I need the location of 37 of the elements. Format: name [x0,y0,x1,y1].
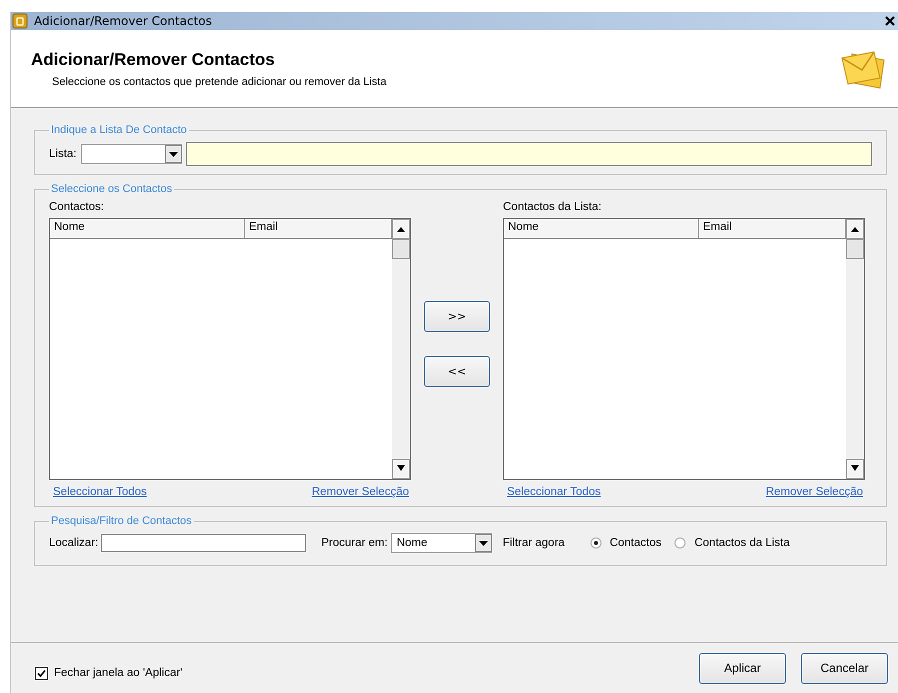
list-label: Contactos: [49,201,105,213]
window-title: Adicionar/Remover Contactos [34,14,213,28]
list-link[interactable]: Remover Selecção [312,486,409,498]
column-header[interactable]: Nome [504,219,699,238]
group-legend: Pesquisa/Filtro de Contactos [49,515,194,527]
move-button[interactable]: << [424,356,490,387]
filter-link[interactable]: Filtrar agora [502,537,565,549]
find-label: Localizar: [49,537,98,549]
dialog-button[interactable]: Cancelar [801,652,888,684]
radio-option[interactable]: Contactos da Lista [674,537,790,549]
search-in-dropdown[interactable]: Nome [390,533,492,553]
list-label: Lista: [49,148,76,160]
list-link[interactable]: Remover Selecção [766,486,863,498]
search-in-label: Procurar em: [321,537,388,549]
dialog-heading: Adicionar/Remover Contactos [31,50,276,70]
dialog-button[interactable]: Aplicar [699,652,786,684]
list-link[interactable]: Seleccionar Todos [53,486,147,498]
list-name-field[interactable] [186,142,872,166]
radio-icon[interactable] [674,537,686,549]
close-icon[interactable] [884,15,896,27]
close-on-apply-checkbox[interactable]: Fechar janela ao 'Aplicar' [35,666,182,680]
column-header[interactable]: Nome [50,219,245,238]
move-button[interactable]: >> [424,301,490,332]
checkbox-icon[interactable] [35,666,48,680]
group-legend: Seleccione os Contactos [49,183,174,195]
contacts-list[interactable]: Nome Email [49,218,411,480]
radio-icon[interactable] [590,537,602,549]
group-legend: Indique a Lista De Contacto [49,124,189,136]
list-link[interactable]: Seleccionar Todos [507,486,601,498]
dialog-subtitle: Seleccione os contactos que pretende adicionar ou remover da Lista [51,76,386,88]
find-field[interactable] [101,534,306,552]
radio-option[interactable]: Contactos [590,537,662,549]
scrollbar[interactable] [846,219,864,479]
scrollbar[interactable] [392,219,410,479]
contacts-list[interactable]: Nome Email [503,218,865,480]
app-icon [12,13,28,29]
list-label: Contactos da Lista: [503,201,602,213]
